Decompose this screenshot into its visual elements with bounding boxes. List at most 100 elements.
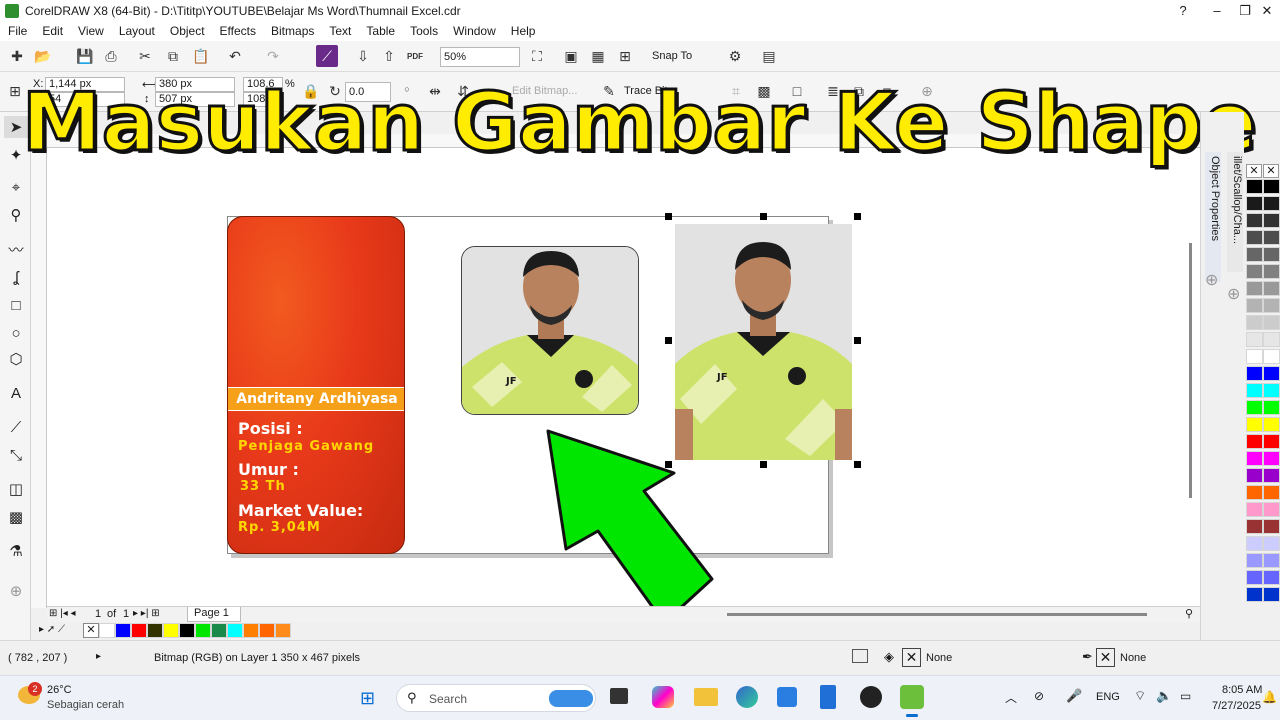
notification-bell-icon[interactable]: 🔔 xyxy=(1262,690,1277,704)
palette-swatch[interactable] xyxy=(1263,213,1280,228)
palette-swatch[interactable] xyxy=(1263,536,1280,551)
tray-network-icon[interactable]: ⊘ xyxy=(1034,689,1044,703)
palette-swatch[interactable] xyxy=(1246,400,1263,415)
volume-icon[interactable]: 🔈 xyxy=(1156,688,1172,704)
close-button[interactable]: ✕ xyxy=(1250,0,1280,21)
menu-text[interactable]: Text xyxy=(329,24,351,38)
palette-swatch[interactable] xyxy=(1246,264,1263,279)
palette-swatch[interactable] xyxy=(1263,332,1280,347)
palette-swatch[interactable] xyxy=(1263,468,1280,483)
doc-palette-swatch[interactable] xyxy=(275,623,291,638)
palette-swatch[interactable] xyxy=(1263,366,1280,381)
parallel-dimension-icon[interactable]: ⟋ xyxy=(4,416,28,438)
selection-handle-bm[interactable] xyxy=(760,461,767,468)
page-nav-first-icon[interactable]: ⊞ |◂ ◂ xyxy=(49,608,76,619)
show-guidelines-icon[interactable]: ⊞ xyxy=(614,45,636,67)
doc-palette-swatch[interactable] xyxy=(243,623,259,638)
palette-swatch[interactable] xyxy=(1246,247,1263,262)
clock-date[interactable]: 7/27/2025 xyxy=(1212,700,1261,712)
palette-swatch[interactable] xyxy=(1246,383,1263,398)
palette-swatch[interactable] xyxy=(1263,570,1280,585)
palette-swatch[interactable] xyxy=(1246,451,1263,466)
palette-swatch[interactable] xyxy=(1263,417,1280,432)
palette-swatch[interactable] xyxy=(1246,587,1263,602)
full-screen-icon[interactable]: ▣ xyxy=(560,45,582,67)
weather-desc[interactable]: Sebagian cerah xyxy=(47,699,124,711)
application-launcher-icon[interactable]: ▤ xyxy=(758,45,780,67)
palette-swatch[interactable] xyxy=(1246,230,1263,245)
selection-handle-tr[interactable] xyxy=(854,213,861,220)
palette-swatch[interactable] xyxy=(1263,434,1280,449)
player-card[interactable]: Andritany Ardhiyasa Posisi : Penjaga Gaw… xyxy=(227,216,405,554)
palette-swatch[interactable] xyxy=(1263,519,1280,534)
menu-view[interactable]: View xyxy=(78,24,104,38)
menu-table[interactable]: Table xyxy=(366,24,395,38)
vertical-ruler[interactable] xyxy=(31,148,47,608)
taskbar-search[interactable]: ⚲ Search xyxy=(396,684,596,712)
palette-swatch[interactable] xyxy=(1246,570,1263,585)
show-grid-icon[interactable]: ▦ xyxy=(587,45,609,67)
palette-swatch[interactable] xyxy=(1246,281,1263,296)
text-tool-icon[interactable]: A xyxy=(4,382,28,404)
palette-swatch[interactable] xyxy=(1263,247,1280,262)
doc-palette-swatch[interactable] xyxy=(115,623,131,638)
battery-icon[interactable]: ▭ xyxy=(1180,689,1191,703)
doc-no-color-swatch[interactable]: ✕ xyxy=(83,623,99,638)
palette-swatch[interactable] xyxy=(1246,485,1263,500)
undo-icon[interactable]: ↶ xyxy=(224,45,246,67)
menu-tools[interactable]: Tools xyxy=(410,24,438,38)
outline-pen-icon[interactable]: ✒ xyxy=(1082,649,1093,665)
doc-palette-swatch[interactable] xyxy=(179,623,195,638)
palette-swatch[interactable] xyxy=(1246,434,1263,449)
crop-tool-icon[interactable]: ⌖ xyxy=(4,176,28,198)
doc-palette-swatch[interactable] xyxy=(227,623,243,638)
redo-icon[interactable]: ↷ xyxy=(262,45,284,67)
polygon-tool-icon[interactable]: ⬡ xyxy=(4,348,28,370)
doc-palette-swatch[interactable] xyxy=(195,623,211,638)
doc-palette-swatch[interactable] xyxy=(259,623,275,638)
vertical-scrollbar[interactable] xyxy=(1189,243,1192,498)
task-view-icon[interactable] xyxy=(610,688,628,704)
transparency-tool-icon[interactable]: ▩ xyxy=(4,506,28,528)
menu-layout[interactable]: Layout xyxy=(119,24,155,38)
doc-palette-swatch[interactable] xyxy=(99,623,115,638)
no-color-swatch-2[interactable]: ✕ xyxy=(1263,164,1279,178)
freehand-tool-icon[interactable]: 〰 xyxy=(4,238,28,260)
microphone-icon[interactable]: 🎤 xyxy=(1066,688,1082,704)
menu-help[interactable]: Help xyxy=(511,24,536,38)
palette-swatch[interactable] xyxy=(1263,315,1280,330)
palette-swatch[interactable] xyxy=(1263,264,1280,279)
snap-to-dropdown[interactable]: Snap To xyxy=(652,50,692,62)
palette-swatch[interactable] xyxy=(1263,383,1280,398)
drop-shadow-icon[interactable]: ◫ xyxy=(4,478,28,500)
fill-icon[interactable]: ◈ xyxy=(884,649,894,665)
palette-swatch[interactable] xyxy=(1246,502,1263,517)
palette-swatch[interactable] xyxy=(1246,519,1263,534)
fill-none-swatch[interactable]: ✕ xyxy=(902,648,921,667)
zoom-navigator-icon[interactable]: ⚲ xyxy=(1185,607,1193,620)
palette-arrows-icon[interactable]: ▸ ➚ ⟋ xyxy=(39,624,65,635)
palette-swatch[interactable] xyxy=(1246,468,1263,483)
menu-bitmaps[interactable]: Bitmaps xyxy=(271,24,314,38)
add-tool-icon[interactable]: ⊕ xyxy=(4,580,28,602)
palette-swatch[interactable] xyxy=(1246,315,1263,330)
copilot-icon[interactable] xyxy=(652,686,674,708)
doc-palette-swatch[interactable] xyxy=(131,623,147,638)
tab-object-properties[interactable]: Object Properties xyxy=(1205,152,1221,282)
palette-swatch[interactable] xyxy=(1263,400,1280,415)
menu-object[interactable]: Object xyxy=(170,24,205,38)
eyedropper-icon[interactable]: ⚗ xyxy=(4,540,28,562)
palette-swatch[interactable] xyxy=(1246,179,1263,194)
coreldraw-taskbar-icon[interactable] xyxy=(900,685,924,709)
palette-swatch[interactable] xyxy=(1246,332,1263,347)
rectangle-tool-icon[interactable]: □ xyxy=(4,294,28,316)
connector-tool-icon[interactable]: ⤡ xyxy=(4,444,28,466)
artistic-media-icon[interactable]: ʆ xyxy=(4,266,28,288)
search-content-icon[interactable]: ⟋ xyxy=(316,45,338,67)
palette-swatch[interactable] xyxy=(1246,213,1263,228)
rounded-shape-photo[interactable]: JF xyxy=(461,246,639,415)
obs-icon[interactable] xyxy=(860,686,882,708)
cut-icon[interactable]: ✂ xyxy=(134,45,156,67)
selection-handle-br[interactable] xyxy=(854,461,861,468)
selection-handle-tm[interactable] xyxy=(760,213,767,220)
